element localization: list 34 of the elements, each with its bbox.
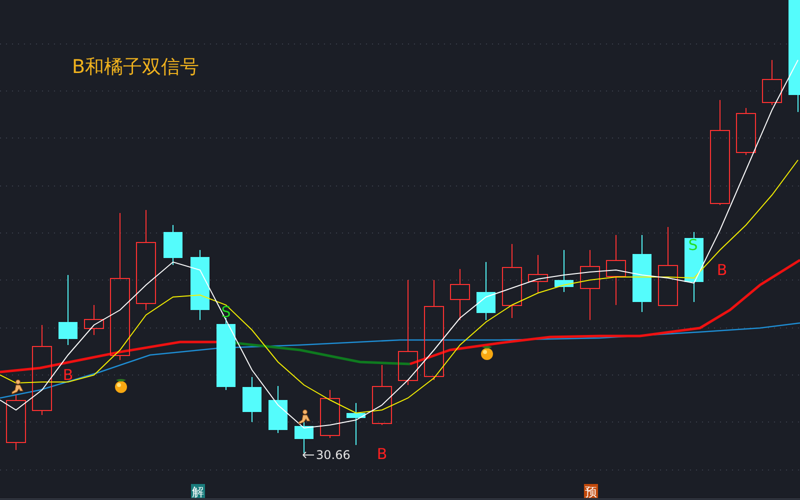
candlestick — [762, 60, 782, 106]
candlestick — [242, 376, 262, 422]
candlestick — [736, 108, 756, 156]
citrus-fruit-icon — [481, 346, 493, 360]
citrus-fruit-icon — [115, 379, 127, 393]
candlestick — [346, 402, 366, 446]
candlestick — [450, 268, 470, 320]
candlestick — [528, 254, 548, 294]
candlestick — [190, 250, 210, 320]
candlestick — [606, 234, 626, 306]
buy-signal: B — [376, 445, 388, 463]
candlestick — [684, 232, 704, 302]
buy-signal: B — [62, 366, 74, 384]
candlestick — [554, 250, 574, 292]
indicator-title: B和橘子双信号 — [72, 56, 200, 78]
candlestick — [294, 420, 314, 454]
candlestick — [84, 304, 104, 336]
sell-signal: S — [221, 303, 231, 321]
buy-signal: B — [716, 261, 728, 279]
low-price-label: 30.66 — [316, 448, 350, 462]
low-price-arrow-icon — [302, 452, 314, 458]
candlestick — [58, 274, 78, 346]
signal-badge: 解 — [191, 484, 205, 499]
candlestick — [6, 394, 26, 450]
candlestick — [268, 386, 288, 434]
sell-signal: S — [688, 236, 698, 254]
candlestick — [476, 262, 496, 320]
runner-icon — [298, 410, 310, 424]
candlestick — [580, 250, 600, 320]
candlestick — [164, 224, 182, 266]
runner-icon — [12, 380, 24, 394]
candlestick — [372, 364, 392, 426]
candlestick — [320, 390, 340, 438]
signal-badge: 预 — [584, 484, 598, 499]
